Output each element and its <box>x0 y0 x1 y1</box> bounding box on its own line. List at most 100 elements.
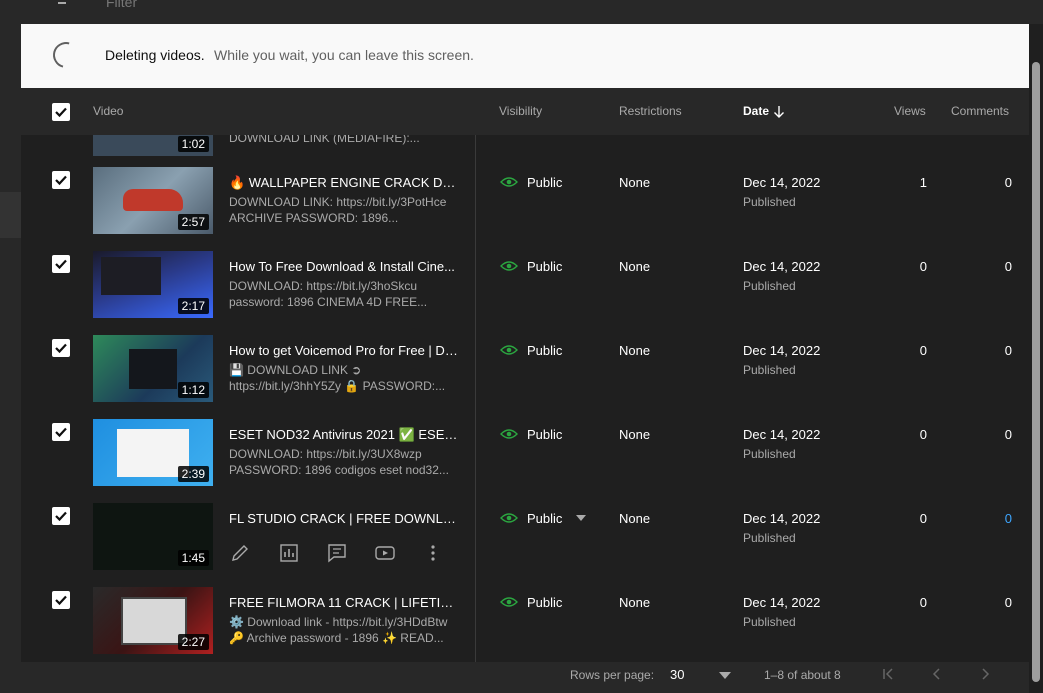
header-date[interactable]: Date <box>743 104 769 118</box>
table-row[interactable]: 2:27 FREE FILMORA 11 CRACK | LIFETIME ..… <box>21 578 1029 663</box>
video-thumbnail[interactable]: 1:45 <box>93 503 213 570</box>
video-thumbnail[interactable]: 1:12 <box>93 335 213 402</box>
video-title[interactable]: FL STUDIO CRACK | FREE DOWNLOAD... <box>229 511 461 526</box>
views-count: 0 <box>919 595 927 610</box>
sort-down-icon[interactable] <box>773 105 785 119</box>
publish-status: Published <box>743 447 796 461</box>
eye-icon <box>500 513 518 523</box>
analytics-icon[interactable] <box>278 542 300 564</box>
pencil-icon[interactable] <box>229 542 251 564</box>
header-restrictions[interactable]: Restrictions <box>619 104 682 118</box>
duration-badge: 2:27 <box>177 634 209 650</box>
visibility-value[interactable]: Public <box>527 511 562 526</box>
more-vert-icon[interactable] <box>422 542 444 564</box>
header-visibility[interactable]: Visibility <box>499 104 542 118</box>
banner-subtext: While you wait, you can leave this scree… <box>214 47 474 63</box>
table-row[interactable]: 2:39 ESET NOD32 Antivirus 2021 ✅ ESET ..… <box>21 410 1029 495</box>
checkmark-icon <box>55 107 67 118</box>
prev-page-icon[interactable] <box>930 667 944 681</box>
rows-per-page-select[interactable]: 30 <box>670 667 684 682</box>
visibility-value[interactable]: Public <box>527 595 562 610</box>
comments-count[interactable]: 0 <box>1005 595 1012 610</box>
publish-status: Published <box>743 279 796 293</box>
video-title[interactable]: ESET NOD32 Antivirus 2021 ✅ ESET ... <box>229 427 461 443</box>
date-value: Dec 14, 2022 <box>743 343 821 358</box>
eye-icon <box>500 261 518 271</box>
comments-count[interactable]: 0 <box>1005 175 1012 190</box>
restrictions-value: None <box>619 595 651 610</box>
duration-badge: 1:45 <box>177 550 209 566</box>
comments-count[interactable]: 0 <box>1005 259 1012 274</box>
comments-count[interactable]: 0 <box>1005 511 1012 526</box>
visibility-value[interactable]: Public <box>527 343 562 358</box>
visibility-value[interactable]: Public <box>527 259 562 274</box>
videos-table: Video Visibility Restrictions Date Views… <box>21 88 1029 693</box>
column-divider <box>475 135 476 158</box>
visibility-value[interactable]: Public <box>527 427 562 442</box>
table-row[interactable]: 1:02 DOWNLOAD LINK (MEDIAFIRE):... <box>21 135 1029 159</box>
eye-icon <box>500 345 518 355</box>
first-page-icon[interactable] <box>881 667 895 681</box>
comments-count[interactable]: 0 <box>1005 343 1012 358</box>
select-all-checkbox[interactable] <box>52 103 70 121</box>
youtube-icon[interactable] <box>374 542 396 564</box>
date-value: Dec 14, 2022 <box>743 595 821 610</box>
table-header: Video Visibility Restrictions Date Views… <box>21 88 1029 136</box>
table-row[interactable]: 2:17 How To Free Download & Install Cine… <box>21 242 1029 327</box>
views-count: 0 <box>919 511 927 526</box>
comments-icon[interactable] <box>326 542 348 564</box>
video-title[interactable]: FREE FILMORA 11 CRACK | LIFETIME ... <box>229 595 461 610</box>
checkmark-icon <box>55 259 67 270</box>
scrollbar-thumb[interactable] <box>1032 62 1040 682</box>
row-checkbox[interactable] <box>52 423 70 441</box>
table-row[interactable]: 2:57 🔥 WALLPAPER ENGINE CRACK DOW... DOW… <box>21 158 1029 243</box>
filter-label[interactable]: Filter <box>106 0 137 10</box>
column-divider <box>475 410 476 494</box>
header-views[interactable]: Views <box>894 104 926 118</box>
video-description-line2: https://bit.ly/3hhY5Zy 🔒 PASSWORD:... <box>229 379 446 393</box>
dropdown-arrow-icon[interactable] <box>576 515 586 521</box>
video-thumbnail[interactable]: 2:39 <box>93 419 213 486</box>
row-checkbox[interactable] <box>52 507 70 525</box>
banner-message: Deleting videos. <box>105 47 205 63</box>
video-thumbnail[interactable]: 2:27 <box>93 587 213 654</box>
restrictions-value: None <box>619 175 651 190</box>
duration-badge: 2:17 <box>177 298 209 314</box>
column-divider <box>475 158 476 242</box>
date-value: Dec 14, 2022 <box>743 259 821 274</box>
column-divider <box>475 326 476 410</box>
video-title[interactable]: How to get Voicemod Pro for Free | De... <box>229 343 461 358</box>
row-checkbox[interactable] <box>52 171 70 189</box>
row-checkbox[interactable] <box>52 339 70 357</box>
table-row[interactable]: 1:45 FL STUDIO CRACK | FREE DOWNLOAD... … <box>21 494 1029 579</box>
video-title[interactable]: 🔥 WALLPAPER ENGINE CRACK DOW... <box>229 175 461 191</box>
duration-badge: 2:57 <box>177 214 209 230</box>
video-title[interactable]: How To Free Download & Install Cine... <box>229 259 461 274</box>
table-row[interactable]: 1:12 How to get Voicemod Pro for Free | … <box>21 326 1029 411</box>
checkmark-icon <box>55 343 67 354</box>
page-range: 1–8 of about 8 <box>764 668 841 682</box>
eye-icon <box>500 429 518 439</box>
filter-icon[interactable] <box>58 2 66 4</box>
top-strip: Filter <box>0 0 1043 24</box>
spinner-icon <box>48 37 84 73</box>
comments-count[interactable]: 0 <box>1005 427 1012 442</box>
video-description-line1: DOWNLOAD: https://bit.ly/3UX8wzp <box>229 447 422 461</box>
header-comments[interactable]: Comments <box>951 104 1009 118</box>
video-description-line2: password: 1896 CINEMA 4D FREE... <box>229 295 428 309</box>
thumbnail-car-shape <box>123 189 183 211</box>
video-thumbnail[interactable]: 1:02 <box>93 135 213 156</box>
visibility-value[interactable]: Public <box>527 175 562 190</box>
video-thumbnail[interactable]: 2:57 <box>93 167 213 234</box>
pagination-footer: Rows per page: 30 1–8 of about 8 <box>21 662 1029 693</box>
publish-status: Published <box>743 615 796 629</box>
duration-badge: 1:02 <box>177 136 209 152</box>
row-checkbox[interactable] <box>52 255 70 273</box>
video-thumbnail[interactable]: 2:17 <box>93 251 213 318</box>
dropdown-arrow-icon[interactable] <box>719 672 731 679</box>
row-checkbox[interactable] <box>52 591 70 609</box>
next-page-icon[interactable] <box>978 667 992 681</box>
views-count: 0 <box>919 259 927 274</box>
checkmark-icon <box>55 427 67 438</box>
left-sidebar-edge <box>0 24 21 693</box>
